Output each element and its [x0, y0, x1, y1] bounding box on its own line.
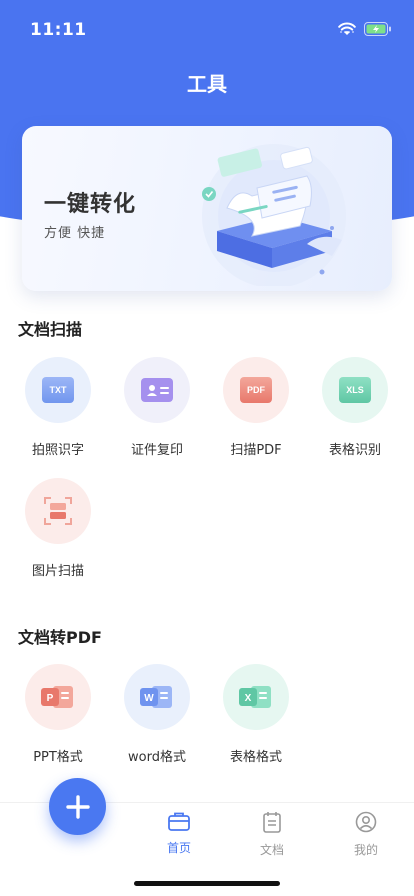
tool-word-format[interactable]: W word格式	[112, 664, 202, 765]
document-conversion-illustration	[182, 136, 372, 290]
tool-id-copy[interactable]: 证件复印	[112, 357, 202, 458]
user-icon	[355, 811, 377, 833]
tool-scan-pdf[interactable]: PDF 扫描PDF	[211, 357, 301, 458]
tab-profile[interactable]: 我的	[336, 811, 396, 858]
tool-label: PPT格式	[33, 750, 83, 765]
section-title-convert: 文档转PDF	[18, 628, 102, 647]
tab-label: 文档	[259, 843, 284, 857]
svg-text:W: W	[144, 693, 154, 704]
banner-subtitle: 方便 快捷	[44, 226, 106, 241]
tool-label: word格式	[128, 750, 186, 765]
tool-label: 扫描PDF	[230, 443, 282, 458]
xls-icon: XLS	[322, 357, 388, 423]
tool-excel-format[interactable]: X 表格格式	[211, 664, 301, 765]
tool-photo-ocr[interactable]: TXT 拍照识字	[13, 357, 103, 458]
tool-table-ocr[interactable]: XLS 表格识别	[310, 357, 400, 458]
add-button[interactable]	[49, 778, 106, 835]
tab-label: 我的	[353, 843, 378, 857]
tool-label: 表格识别	[328, 443, 381, 458]
status-bar: 11:11	[0, 0, 414, 60]
briefcase-icon	[168, 812, 190, 831]
tool-image-scan[interactable]: 图片扫描	[13, 478, 103, 579]
tab-label: 首页	[166, 841, 191, 855]
svg-text:P: P	[47, 693, 54, 704]
tool-label: 图片扫描	[31, 564, 84, 579]
banner-title: 一键转化	[44, 192, 137, 217]
status-time: 11:11	[30, 20, 87, 40]
tab-documents[interactable]: 文档	[242, 811, 302, 858]
promo-banner[interactable]: 一键转化 方便 快捷	[22, 126, 392, 291]
tab-home[interactable]: 首页	[149, 811, 209, 856]
tool-ppt-format[interactable]: P PPT格式	[13, 664, 103, 765]
id-card-icon	[124, 357, 190, 423]
home-indicator	[134, 881, 280, 886]
svg-text:X: X	[245, 693, 252, 704]
status-icons	[338, 21, 392, 40]
page-title: 工具	[187, 72, 227, 96]
document-icon	[263, 812, 281, 833]
pdf-icon: PDF	[223, 357, 289, 423]
image-scan-icon	[25, 478, 91, 544]
tool-label: 拍照识字	[31, 443, 84, 458]
word-icon: W	[124, 664, 190, 730]
tool-label: 证件复印	[130, 443, 183, 458]
tool-label: 表格格式	[229, 750, 282, 765]
wifi-icon	[338, 21, 356, 40]
section-title-scan: 文档扫描	[18, 320, 83, 339]
txt-icon: TXT	[25, 357, 91, 423]
ppt-icon: P	[25, 664, 91, 730]
excel-icon: X	[223, 664, 289, 730]
plus-icon	[65, 794, 90, 819]
battery-icon	[364, 21, 392, 40]
